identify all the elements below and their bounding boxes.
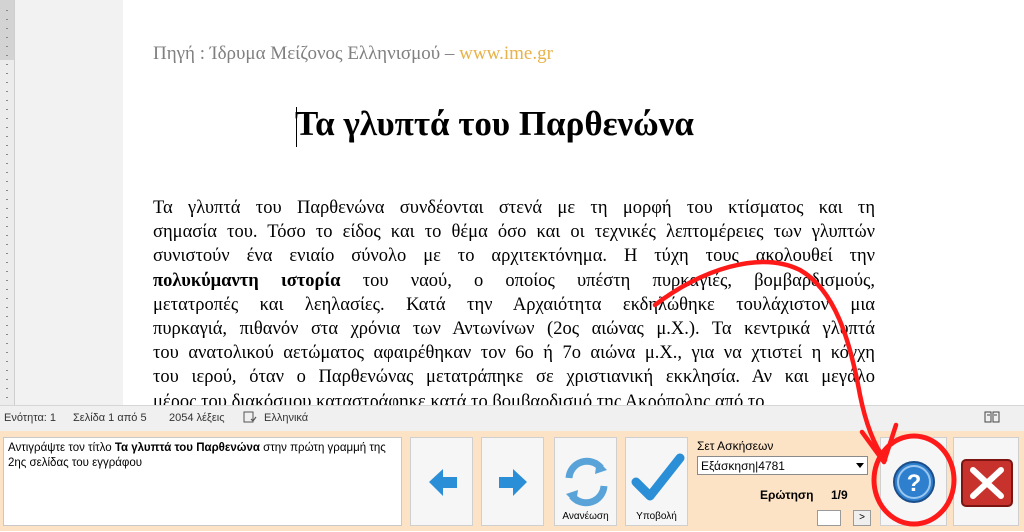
exercise-set-select[interactable]: Εξάσκηση|4781 [697, 456, 868, 475]
ruler-tick [6, 136, 8, 137]
next-button[interactable] [481, 437, 544, 526]
ruler-tick [6, 325, 8, 326]
arrow-left-icon [429, 469, 457, 496]
submit-label: Υποβολή [636, 511, 677, 522]
submit-button[interactable]: Υποβολή [625, 437, 688, 526]
status-page[interactable]: Σελίδα 1 από 5 [73, 412, 147, 424]
ruler-tick [6, 289, 8, 290]
ruler-tick [6, 280, 8, 281]
document-body: Τα γλυπτά του Παρθενώνα συνδέονται στενά… [153, 196, 875, 414]
ruler-tick [6, 388, 8, 389]
body-line: του ιερού, όταν ο Παρθενώνας μετατράπηκε… [153, 367, 875, 388]
instruction-box: Αντιγράψτε τον τίτλο Τα γλυπτά του Παρθε… [3, 437, 402, 526]
instruction-prefix: Αντιγράψτε τον τίτλο [8, 442, 115, 454]
ruler-tick [6, 343, 8, 344]
ruler-tick [6, 73, 8, 74]
vertical-ruler [0, 0, 15, 405]
document-title: Τα γλυπτά του Παρθενώνα [295, 104, 694, 143]
body-line-rest: του ναού, ο οποίος υπέστη πυρκαγιές, βομ… [362, 270, 876, 291]
ruler-tick [6, 145, 8, 146]
help-icon: ? [893, 461, 935, 503]
ruler-tick [6, 127, 8, 128]
source-text: Πηγή : Ίδρυμα Μείζονος Ελληνισμού – [153, 43, 460, 64]
ruler-tick [6, 82, 8, 83]
ruler-tick [6, 370, 8, 371]
ruler-tick [6, 190, 8, 191]
question-label: Ερώτηση [760, 488, 814, 502]
ruler-tick [6, 208, 8, 209]
ruler-tick [6, 379, 8, 380]
arrow-right-icon [499, 469, 527, 496]
source-link[interactable]: www.ime.gr [459, 43, 553, 64]
ruler-tick [6, 217, 8, 218]
ruler-tick [6, 316, 8, 317]
instruction-bold: Τα γλυπτά του Παρθενώνα [114, 442, 260, 454]
ruler-tick [6, 37, 8, 38]
body-line: συνιστούν ένα ενιαίο σύνολο με το αρχιτε… [153, 246, 875, 267]
ruler-tick [6, 244, 8, 245]
ruler-tick [6, 298, 8, 299]
source-line: Πηγή : Ίδρυμα Μείζονος Ελληνισμού – www.… [153, 43, 553, 65]
ruler-tick [6, 154, 8, 155]
svg-text:?: ? [907, 470, 922, 497]
ruler-tick [6, 226, 8, 227]
exercise-set-label: Σετ Ασκήσεων [697, 439, 774, 453]
ruler-tick [6, 64, 8, 65]
go-to-question-button[interactable]: > [853, 510, 871, 526]
document-gutter [15, 0, 123, 405]
question-number-input[interactable] [817, 510, 841, 526]
close-button[interactable] [953, 437, 1019, 526]
body-line: του ανατολικού αετώματος αφαιρέθηκαν τον… [153, 343, 875, 364]
ruler-tick [6, 181, 8, 182]
ruler-tick [6, 10, 8, 11]
exercise-selected-value: Εξάσκηση|4781 [701, 459, 785, 473]
body-line: πυρκαγιά, πιθανόν στα χρόνια των Αντωνίν… [153, 319, 875, 340]
ruler-tick [6, 100, 8, 101]
status-words[interactable]: 2054 λέξεις [169, 412, 225, 424]
chevron-down-icon[interactable] [856, 463, 864, 468]
bold-phrase: πολυκύμαντη ιστορία [153, 270, 341, 291]
ruler-margin-shade [0, 0, 14, 60]
ruler-tick [6, 235, 8, 236]
ruler-tick [6, 253, 8, 254]
ruler-tick [6, 199, 8, 200]
ruler-tick [6, 172, 8, 173]
body-line: σημασία του. Τόσο το είδος και το θέμα ό… [153, 222, 875, 243]
body-line-with-bold: πολυκύμαντη ιστορία του ναού, ο οποίος υ… [153, 269, 875, 293]
ruler-tick [6, 55, 8, 56]
ruler-tick [6, 46, 8, 47]
ruler-tick [6, 28, 8, 29]
proofing-icon[interactable] [243, 410, 257, 427]
body-line: μετατροπές και λεηλασίες. Κατά την Αρχαι… [153, 294, 875, 315]
close-icon [961, 459, 1013, 507]
ruler-tick [6, 118, 8, 119]
question-counter: 1/9 [831, 488, 848, 502]
ruler-tick [6, 109, 8, 110]
refresh-button[interactable]: Ανανέωση [554, 437, 617, 526]
ruler-tick [6, 91, 8, 92]
ruler-tick [6, 307, 8, 308]
previous-button[interactable] [410, 437, 473, 526]
help-button[interactable]: ? [880, 437, 947, 526]
refresh-label: Ανανέωση [562, 511, 609, 522]
ruler-tick [6, 19, 8, 20]
body-line: Τα γλυπτά του Παρθενώνα συνδέονται στενά… [153, 198, 875, 218]
ruler-tick [6, 397, 8, 398]
ruler-tick [6, 262, 8, 263]
ruler-tick [6, 361, 8, 362]
status-bar: Ενότητα: 1 Σελίδα 1 από 5 2054 λέξεις Ελ… [0, 405, 1024, 431]
ruler-tick [6, 163, 8, 164]
read-mode-icon[interactable] [984, 410, 1000, 427]
text-cursor [296, 107, 297, 147]
ruler-tick [6, 271, 8, 272]
status-section[interactable]: Ενότητα: 1 [4, 412, 56, 424]
ruler-tick [6, 334, 8, 335]
ruler-tick [6, 352, 8, 353]
status-language[interactable]: Ελληνικά [264, 412, 308, 424]
